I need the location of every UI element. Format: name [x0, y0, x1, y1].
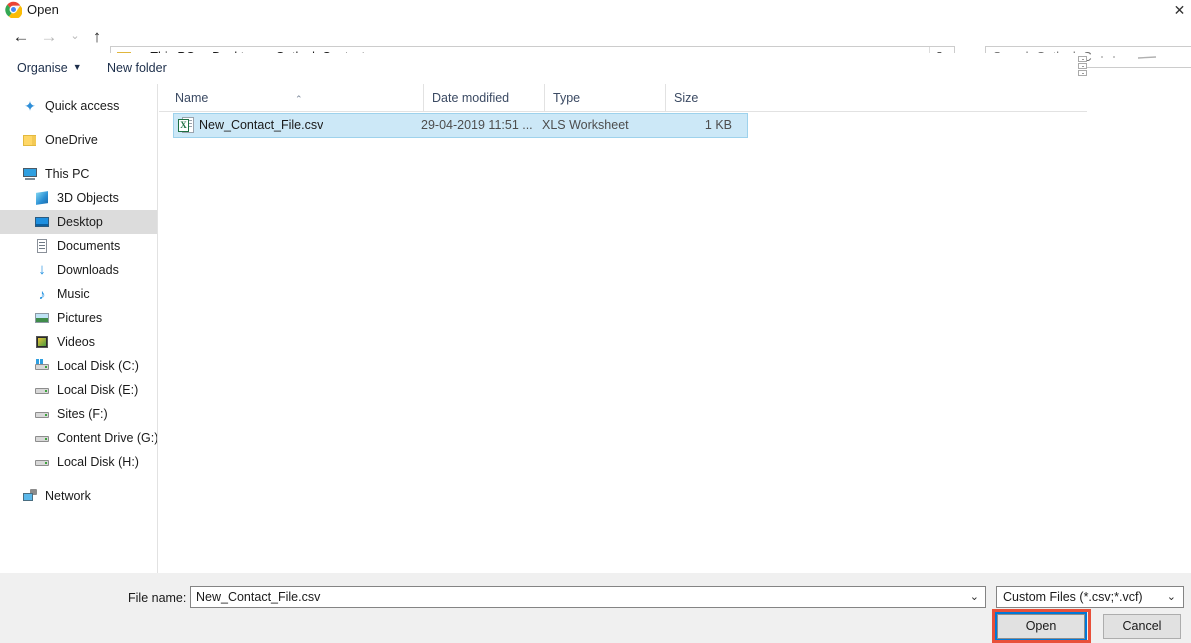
organise-button[interactable]: Organise ▼: [17, 53, 82, 84]
sidebar-item-onedrive[interactable]: OneDrive: [0, 128, 157, 152]
search-icon: [1101, 56, 1157, 59]
cell-file-name: New_Contact_File.csv: [199, 118, 324, 132]
sidebar-item-quick-access[interactable]: ✦ Quick access: [0, 94, 157, 118]
file-name-input[interactable]: New_Contact_File.csv ⌄: [190, 586, 986, 608]
navigation-bar: ← → ⌄ ↑ › This PC › Desktop › Outlook Co…: [0, 21, 1191, 68]
chevron-down-icon: ⌄: [1166, 591, 1176, 603]
sidebar-item-network[interactable]: Network: [0, 484, 157, 508]
sidebar-item-label: This PC: [45, 167, 90, 181]
up-icon[interactable]: ↑: [84, 21, 110, 52]
window-title: Open: [27, 2, 59, 17]
sidebar-item-label: Quick access: [45, 99, 120, 113]
sidebar-item-label: OneDrive: [45, 133, 98, 147]
title-bar: Open ✕: [0, 0, 1191, 21]
videos-icon: [34, 334, 50, 350]
cell-date-modified: 29-04-2019 11:51 ...: [421, 118, 533, 132]
sidebar-item-videos[interactable]: Videos: [0, 330, 157, 354]
column-header-name[interactable]: Name ⌃: [167, 84, 423, 112]
sidebar-item-pictures[interactable]: Pictures: [0, 306, 157, 330]
xls-file-icon: X: [178, 117, 195, 134]
3d-objects-icon: [34, 190, 50, 206]
computer-icon: [22, 166, 38, 182]
organise-label: Organise: [17, 61, 68, 75]
file-type-filter-value: Custom Files (*.csv;*.vcf): [1003, 590, 1143, 604]
pictures-icon: [34, 310, 50, 326]
back-icon[interactable]: ←: [8, 21, 34, 52]
sidebar-item-content-drive-g[interactable]: Content Drive (G:): [0, 426, 157, 450]
network-icon: [22, 488, 38, 504]
sidebar-item-this-pc[interactable]: This PC: [0, 162, 157, 186]
star-icon: ✦: [24, 98, 36, 114]
downloads-icon: ↓: [38, 261, 46, 278]
sidebar-item-desktop[interactable]: Desktop: [0, 210, 157, 234]
sidebar-item-local-disk-c[interactable]: Local Disk (C:): [0, 354, 157, 378]
sidebar-item-downloads[interactable]: ↓ Downloads: [0, 258, 157, 282]
new-folder-button[interactable]: New folder: [107, 53, 167, 84]
chrome-icon: [5, 1, 22, 18]
file-list-pane: Name ⌃ Date modified Type Size X New_Con…: [159, 84, 1087, 573]
table-row[interactable]: X New_Contact_File.csv 29-04-2019 11:51 …: [173, 113, 748, 138]
cancel-button[interactable]: Cancel: [1103, 614, 1181, 639]
sidebar-item-label: Local Disk (E:): [57, 383, 139, 397]
sidebar-item-label: Documents: [57, 239, 121, 253]
column-label: Name: [175, 91, 209, 105]
cell-size: 1 KB: [704, 118, 732, 132]
sort-ascending-icon: ⌃: [295, 94, 303, 104]
column-header-date-modified[interactable]: Date modified: [423, 84, 544, 112]
sidebar-item-label: Sites (F:): [57, 407, 108, 421]
file-type-filter-select[interactable]: Custom Files (*.csv;*.vcf) ⌄: [996, 586, 1184, 608]
navigation-pane: ✦ Quick access OneDrive This PC 3D Objec…: [0, 84, 158, 573]
xls-badge-letter: X: [180, 120, 187, 130]
sidebar-item-label: Videos: [57, 335, 95, 349]
file-name-label: File name:: [128, 591, 187, 605]
sidebar-item-documents[interactable]: Documents: [0, 234, 157, 258]
sidebar-item-sites-f[interactable]: Sites (F:): [0, 402, 157, 426]
sidebar-item-label: 3D Objects: [57, 191, 119, 205]
drive-icon: [34, 382, 50, 398]
sidebar-item-3d-objects[interactable]: 3D Objects: [0, 186, 157, 210]
system-drive-icon: [34, 358, 50, 374]
folder-icon: [22, 132, 38, 148]
music-icon: ♪: [38, 286, 46, 302]
column-header-type[interactable]: Type: [544, 84, 665, 112]
sidebar-item-label: Local Disk (H:): [57, 455, 139, 469]
desktop-icon: [34, 214, 50, 230]
sidebar-item-label: Local Disk (C:): [57, 359, 139, 373]
chevron-down-icon: ▼: [72, 62, 82, 72]
sidebar-item-label: Network: [45, 489, 91, 503]
drive-icon: [34, 406, 50, 422]
sidebar-item-label: Content Drive (G:): [57, 431, 158, 445]
command-bar: Organise ▼ New folder: [0, 53, 1087, 84]
documents-icon: [34, 238, 50, 254]
chevron-down-icon[interactable]: ⌄: [970, 590, 979, 603]
sidebar-item-music[interactable]: ♪ Music: [0, 282, 157, 306]
open-button[interactable]: Open: [995, 612, 1087, 641]
sidebar-item-local-disk-h[interactable]: Local Disk (H:): [0, 450, 157, 474]
view-options-icon[interactable]: [1078, 56, 1088, 80]
sidebar-item-label: Music: [57, 287, 90, 301]
drive-icon: [34, 430, 50, 446]
file-name-value: New_Contact_File.csv: [196, 590, 321, 604]
forward-icon: →: [40, 27, 58, 46]
sidebar-item-label: Desktop: [57, 215, 103, 229]
drive-icon: [34, 454, 50, 470]
sidebar-item-label: Downloads: [57, 263, 119, 277]
column-header-row: Name ⌃ Date modified Type Size: [159, 84, 1087, 112]
open-file-dialog: Open ✕ ← → ⌄ ↑ › This PC › Desktop › Out…: [0, 0, 1191, 643]
column-header-size[interactable]: Size: [665, 84, 747, 112]
close-icon[interactable]: ✕: [1168, 0, 1191, 20]
sidebar-item-local-disk-e[interactable]: Local Disk (E:): [0, 378, 157, 402]
sidebar-item-label: Pictures: [57, 311, 103, 325]
